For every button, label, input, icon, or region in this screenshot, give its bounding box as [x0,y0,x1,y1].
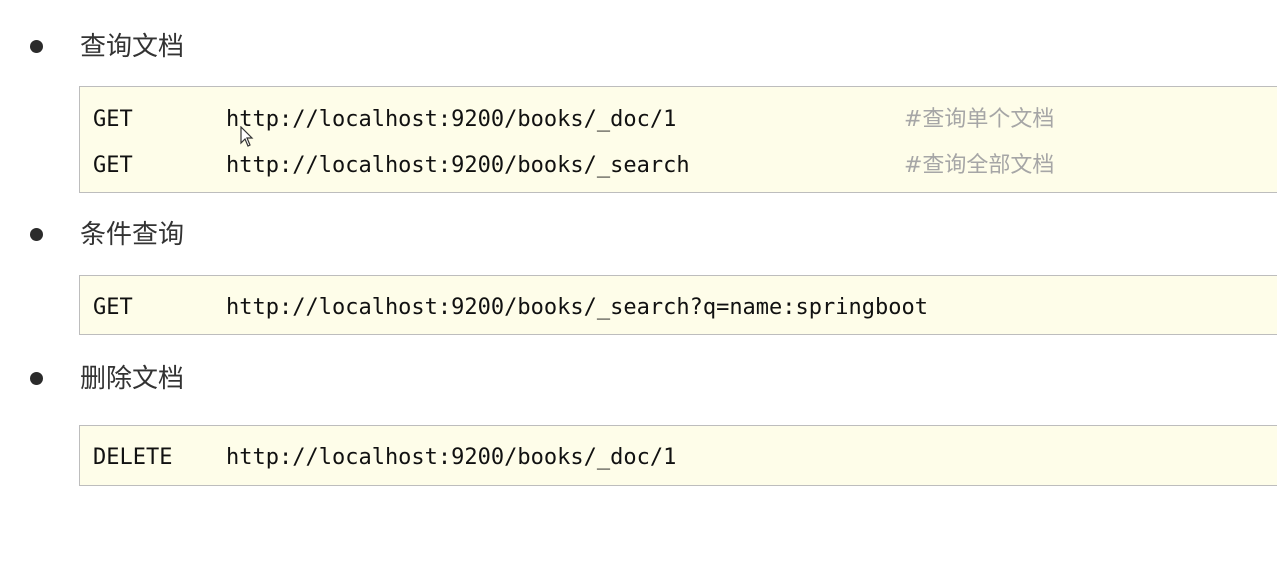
code-block-delete-doc: DELETE http://localhost:9200/books/_doc/… [79,425,1277,486]
code-line: GET http://localhost:9200/books/_search?… [80,293,1277,323]
code-comment: #查询全部文档 [904,153,1055,178]
bullet-icon [30,40,43,53]
request-url: http://localhost:9200/books/_search?q=na… [226,295,928,320]
code-block-conditional-query: GET http://localhost:9200/books/_search?… [79,275,1277,335]
http-method: GET [93,153,133,178]
request-url: http://localhost:9200/books/_doc/1 [226,107,677,132]
request-url: http://localhost:9200/books/_search [226,153,690,178]
section-title: 查询文档 [80,32,185,62]
http-method: GET [93,107,133,132]
bullet-icon [30,228,43,241]
section-heading-delete-doc: 删除文档 [0,359,400,399]
section-heading-conditional-query: 条件查询 [0,215,400,255]
http-method: DELETE [93,445,173,470]
code-comment: #查询单个文档 [904,107,1055,132]
code-line: GET http://localhost:9200/books/_search … [80,151,1277,181]
section-title: 条件查询 [80,220,185,250]
code-line: GET http://localhost:9200/books/_doc/1 #… [80,105,1277,135]
section-title: 删除文档 [80,364,185,394]
bullet-icon [30,372,43,385]
mouse-pointer-icon [240,126,254,147]
section-heading-query-docs: 查询文档 [0,27,400,67]
http-method: GET [93,295,133,320]
code-line: DELETE http://localhost:9200/books/_doc/… [80,443,1277,473]
code-block-query-docs: GET http://localhost:9200/books/_doc/1 #… [79,86,1277,193]
request-url: http://localhost:9200/books/_doc/1 [226,445,677,470]
